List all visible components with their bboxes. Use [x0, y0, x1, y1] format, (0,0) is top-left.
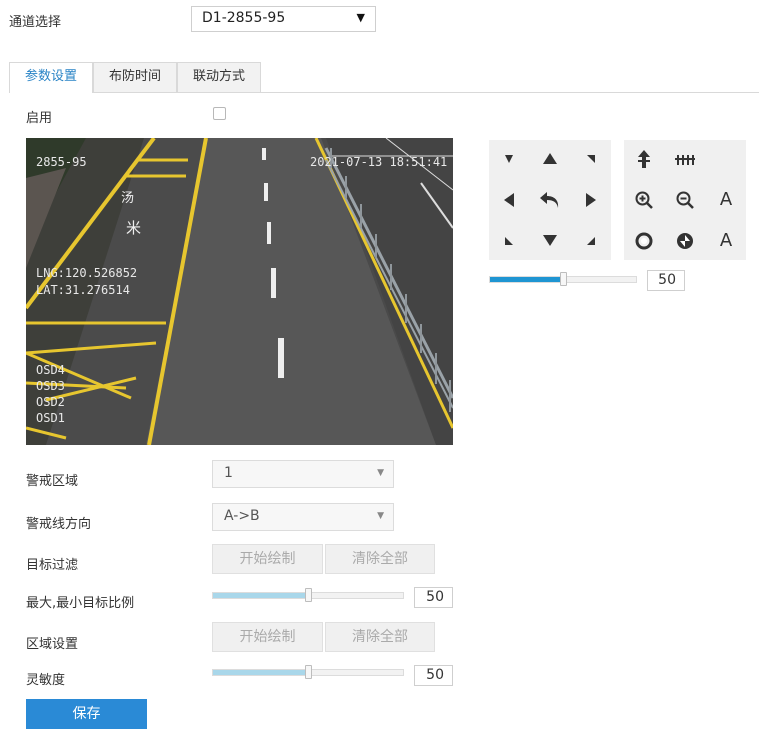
osd-line-3: OSD3: [36, 379, 65, 393]
tab-linkage-method[interactable]: 联动方式: [177, 62, 261, 92]
region-clear-all-button[interactable]: 清除全部: [325, 622, 435, 652]
iris-close-icon[interactable]: [665, 222, 705, 259]
up-arrow-icon[interactable]: [530, 140, 570, 177]
enable-label: 启用: [26, 111, 53, 126]
svg-text:汤: 汤: [121, 191, 134, 206]
target-filter-label: 目标过滤: [26, 558, 79, 573]
chevron-down-icon: ▼: [377, 468, 384, 478]
live-video-preview[interactable]: 汤 米 2855-95 2021-07-13 18:51:41 LNG:120.…: [26, 138, 453, 445]
target-ratio-fill: [213, 593, 308, 598]
up-right-arrow-icon[interactable]: [571, 140, 611, 177]
iris-manual-button[interactable]: A: [706, 222, 746, 259]
target-ratio-label: 最大,最小目标比例: [26, 596, 135, 611]
down-arrow-icon[interactable]: [530, 222, 570, 259]
target-ratio-slider[interactable]: [212, 588, 404, 602]
alert-zone-label: 警戒区域: [26, 474, 79, 489]
left-arrow-icon[interactable]: [489, 181, 529, 218]
chevron-down-icon: ▼: [356, 11, 365, 24]
iris-auto-button[interactable]: A: [706, 181, 746, 218]
channel-select[interactable]: D1-2855-95 ▼: [191, 6, 376, 32]
sensitivity-value[interactable]: 50: [414, 665, 453, 686]
svg-text:米: 米: [126, 219, 141, 237]
region-start-draw-button[interactable]: 开始绘制: [212, 622, 323, 652]
osd-latitude: LAT:31.276514: [36, 283, 130, 297]
tab-parameter-settings[interactable]: 参数设置: [9, 62, 93, 93]
zoom-in-icon[interactable]: [624, 181, 664, 218]
line-direction-value: A->B: [224, 508, 260, 524]
auto-scan-icon[interactable]: [530, 181, 570, 218]
tab-bar: 参数设置 布防时间 联动方式: [9, 62, 759, 93]
iris-open-icon[interactable]: [624, 222, 664, 259]
down-left-arrow-icon[interactable]: [489, 222, 529, 259]
iris-auto-label: A: [719, 189, 733, 210]
sensitivity-fill: [213, 670, 308, 675]
ptz-speed-thumb[interactable]: [560, 272, 567, 286]
sensitivity-label: 灵敏度: [26, 673, 66, 688]
zoom-out-icon[interactable]: [665, 181, 705, 218]
region-setting-label: 区域设置: [26, 637, 79, 652]
osd-datetime: 2021-07-13 18:51:41: [310, 155, 448, 169]
alert-zone-select[interactable]: 1 ▼: [212, 460, 394, 488]
focus-near-icon[interactable]: [624, 140, 664, 177]
target-filter-clear-all-button[interactable]: 清除全部: [325, 544, 435, 574]
osd-line-2: OSD2: [36, 395, 65, 409]
target-filter-start-draw-button[interactable]: 开始绘制: [212, 544, 323, 574]
osd-line-4: OSD4: [36, 363, 65, 377]
ptz-speed-fill: [490, 277, 563, 282]
channel-label: 通道选择: [9, 15, 62, 30]
up-left-arrow-icon[interactable]: [489, 140, 529, 177]
osd-line-1: OSD1: [36, 411, 65, 425]
chevron-down-icon: ▼: [377, 511, 384, 521]
sensitivity-slider[interactable]: [212, 665, 404, 679]
alert-zone-value: 1: [224, 465, 233, 481]
target-ratio-thumb[interactable]: [305, 588, 312, 602]
osd-longitude: LNG:120.526852: [36, 266, 138, 280]
iris-manual-label: A: [719, 230, 733, 251]
sensitivity-thumb[interactable]: [305, 665, 312, 679]
save-button[interactable]: 保存: [26, 699, 147, 729]
line-direction-label: 警戒线方向: [26, 517, 92, 532]
channel-select-value: D1-2855-95: [202, 10, 286, 26]
tab-arming-schedule[interactable]: 布防时间: [93, 62, 177, 92]
ptz-speed-value[interactable]: 50: [647, 270, 685, 291]
enable-checkbox[interactable]: [213, 107, 226, 120]
target-ratio-value[interactable]: 50: [414, 587, 453, 608]
line-direction-select[interactable]: A->B ▼: [212, 503, 394, 531]
right-arrow-icon[interactable]: [571, 181, 611, 218]
down-right-arrow-icon[interactable]: [571, 222, 611, 259]
focus-far-icon[interactable]: [665, 140, 705, 177]
ptz-speed-slider[interactable]: [489, 272, 637, 286]
osd-camera-name: 2855-95: [36, 155, 87, 169]
